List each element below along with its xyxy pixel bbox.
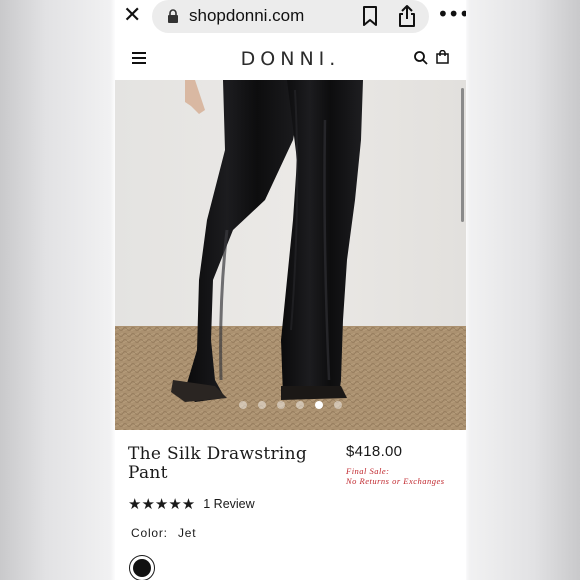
- final-sale-notice: Final Sale: No Returns or Exchanges: [346, 466, 466, 486]
- final-sale-label: Final Sale:: [346, 466, 390, 476]
- final-sale-policy: No Returns or Exchanges: [346, 476, 445, 486]
- bookmark-icon[interactable]: [362, 6, 378, 26]
- color-swatch-jet[interactable]: [129, 555, 155, 580]
- phone-screen: ✕ shopdonni.com ••• DONNI.: [115, 0, 466, 580]
- scroll-indicator[interactable]: [461, 88, 464, 222]
- color-label: Color:: [131, 526, 168, 540]
- carousel-dot[interactable]: [258, 401, 266, 409]
- carousel-dot[interactable]: [334, 401, 342, 409]
- url-text: shopdonni.com: [189, 6, 305, 25]
- search-icon[interactable]: [414, 51, 428, 65]
- color-value: Jet: [177, 526, 197, 540]
- product-title: The Silk Drawstring Pant: [128, 444, 308, 483]
- star-rating-icons: ★★★★★: [128, 495, 196, 513]
- color-selection: Color: Jet: [131, 526, 196, 540]
- product-photo: [115, 80, 466, 430]
- product-price: $418.00: [346, 443, 403, 460]
- cart-icon[interactable]: [436, 50, 449, 64]
- product-rating[interactable]: ★★★★★ 1 Review: [128, 495, 255, 513]
- carousel-dot[interactable]: [277, 401, 285, 409]
- browser-bar: ✕ shopdonni.com •••: [115, 0, 466, 36]
- site-header: DONNI.: [115, 40, 466, 80]
- swatch-fill: [132, 558, 151, 577]
- carousel-dots: [115, 401, 466, 413]
- more-icon[interactable]: •••: [437, 4, 466, 24]
- carousel-dot[interactable]: [239, 401, 247, 409]
- product-image[interactable]: [115, 80, 466, 430]
- close-icon[interactable]: ✕: [123, 4, 143, 28]
- share-icon[interactable]: [397, 4, 417, 28]
- review-count[interactable]: 1 Review: [203, 497, 254, 511]
- lock-icon: [168, 9, 178, 23]
- carousel-dot-active[interactable]: [315, 401, 323, 409]
- address-bar[interactable]: shopdonni.com: [152, 0, 429, 33]
- carousel-dot[interactable]: [296, 401, 304, 409]
